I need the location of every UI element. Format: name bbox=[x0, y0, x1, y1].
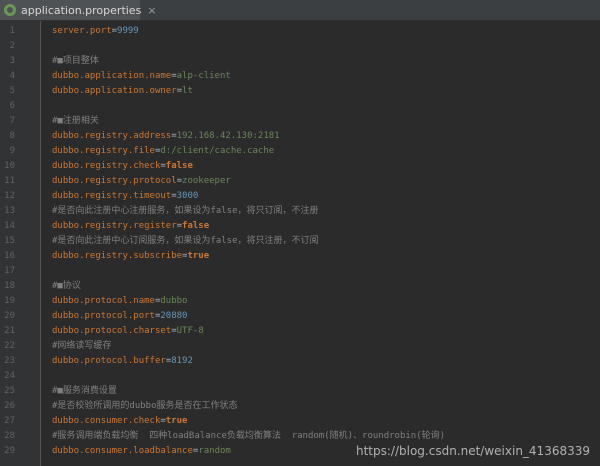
property-key: dubbo.protocol.buffer bbox=[52, 356, 166, 366]
line-number: 3 bbox=[9, 56, 15, 66]
property-key: dubbo.registry.file bbox=[52, 146, 155, 156]
property-key: dubbo.protocol.name bbox=[52, 296, 155, 306]
comment-line: #■注册相关 bbox=[52, 116, 99, 126]
property-value: 192.168.42.130:2181 bbox=[176, 131, 280, 141]
editor-tab-bar: application.properties × bbox=[0, 0, 600, 21]
property-line: dubbo.protocol.name=dubbo bbox=[52, 296, 188, 306]
line-number: 9 bbox=[9, 146, 15, 156]
line-number: 16 bbox=[4, 251, 15, 261]
line-number: 11 bbox=[4, 176, 15, 186]
line-number: 4 bbox=[9, 71, 15, 81]
property-key: dubbo.protocol.charset bbox=[52, 326, 172, 336]
line-number: 25 bbox=[4, 386, 15, 396]
line-number: 13 bbox=[4, 206, 15, 216]
property-value: 9999 bbox=[117, 26, 139, 36]
property-line: dubbo.registry.check=false bbox=[52, 161, 193, 171]
comment-line: #网络读写缓存 bbox=[52, 341, 112, 351]
property-line: dubbo.protocol.charset=UTF-8 bbox=[52, 326, 204, 336]
property-value: true bbox=[187, 251, 210, 261]
property-value: dubbo bbox=[160, 296, 188, 306]
line-number-gutter: 1 2 3 4 5 6 7 8 9 10 11 12 13 14 15 16 17 18 19 20 21 22 23 24 2… bbox=[0, 21, 41, 466]
code-area[interactable]: server.port=9999 #■项目整体 dubbo.application.… bbox=[41, 21, 600, 466]
property-value: 8192 bbox=[171, 356, 193, 366]
property-line: dubbo.protocol.buffer=8192 bbox=[52, 356, 193, 366]
property-line: dubbo.registry.subscribe=true bbox=[52, 251, 210, 261]
property-key: dubbo.application.owner bbox=[52, 86, 177, 96]
code-editor[interactable]: 1 2 3 4 5 6 7 8 9 10 11 12 13 14 15 16 17 18 19 20 21 22 23 24 2… bbox=[0, 21, 600, 466]
line-number: 22 bbox=[4, 341, 15, 351]
property-line: dubbo.registry.protocol=zookeeper bbox=[52, 176, 231, 186]
line-number: 27 bbox=[4, 416, 15, 426]
line-number: 23 bbox=[4, 356, 15, 366]
property-line: dubbo.consumer.check=true bbox=[52, 416, 188, 426]
comment-line: #是否向此注册中心订阅服务，如果设为false，将只注册，不订阅 bbox=[52, 236, 319, 246]
property-value: false bbox=[182, 221, 210, 231]
line-number: 19 bbox=[4, 296, 15, 306]
line-number: 15 bbox=[4, 236, 15, 246]
property-line: dubbo.application.name=alp-client bbox=[52, 71, 231, 81]
line-number: 12 bbox=[4, 191, 15, 201]
property-line: dubbo.registry.timeout=3000 bbox=[52, 191, 199, 201]
property-line: dubbo.registry.address=192.168.42.130:21… bbox=[52, 131, 280, 141]
property-value: 3000 bbox=[176, 191, 199, 201]
line-number: 2 bbox=[9, 41, 15, 51]
line-number: 6 bbox=[9, 101, 15, 111]
comment-line: #■服务消费设置 bbox=[52, 386, 117, 396]
property-value: true bbox=[165, 416, 188, 426]
property-key: dubbo.consumer.loadbalance bbox=[52, 446, 193, 456]
line-number: 26 bbox=[4, 401, 15, 411]
property-value: alp-client bbox=[176, 71, 231, 81]
property-line: dubbo.registry.register=false bbox=[52, 221, 210, 231]
tab-application-properties[interactable]: application.properties × bbox=[0, 0, 157, 20]
line-number: 18 bbox=[4, 281, 15, 291]
property-key: dubbo.registry.register bbox=[52, 221, 177, 231]
tab-label: application.properties bbox=[21, 3, 142, 17]
property-value: UTF-8 bbox=[176, 326, 204, 336]
line-number: 1 bbox=[9, 26, 15, 36]
property-value: false bbox=[165, 161, 193, 171]
comment-line: #是否校验所调用的dubbo服务是否在工作状态 bbox=[52, 401, 238, 411]
property-key: dubbo.registry.subscribe bbox=[52, 251, 183, 261]
property-value: d:/client/cache.cache bbox=[160, 146, 275, 156]
property-value: zookeeper bbox=[182, 176, 231, 186]
comment-line: #是否向此注册中心注册服务，如果设为false，将只订阅，不注册 bbox=[52, 206, 319, 216]
property-line: dubbo.application.owner=lt bbox=[52, 86, 193, 96]
property-line: dubbo.consumer.loadbalance=random bbox=[52, 446, 231, 456]
property-key: server.port bbox=[52, 26, 112, 36]
line-number: 21 bbox=[4, 326, 15, 336]
line-number: 5 bbox=[9, 86, 15, 96]
comment-line: #■协议 bbox=[52, 281, 81, 291]
watermark: https://blog.csdn.net/weixin_41368339 bbox=[355, 444, 590, 458]
property-key: dubbo.consumer.check bbox=[52, 416, 161, 426]
property-key: dubbo.application.name bbox=[52, 71, 172, 81]
line-number: 8 bbox=[9, 131, 15, 141]
line-number: 17 bbox=[4, 266, 15, 276]
line-number: 20 bbox=[4, 311, 15, 321]
property-line: dubbo.registry.file=d:/client/cache.cach… bbox=[52, 146, 275, 156]
property-key: dubbo.registry.check bbox=[52, 161, 161, 171]
line-number: 29 bbox=[4, 446, 15, 456]
properties-file-icon bbox=[4, 4, 16, 16]
property-value: 20880 bbox=[160, 311, 188, 321]
property-line: dubbo.protocol.port=20880 bbox=[52, 311, 188, 321]
property-key: dubbo.protocol.port bbox=[52, 311, 155, 321]
comment-line: #■项目整体 bbox=[52, 56, 99, 66]
property-key: dubbo.registry.protocol bbox=[52, 176, 177, 186]
property-line: server.port=9999 bbox=[52, 26, 139, 36]
line-number: 14 bbox=[4, 221, 15, 231]
line-number: 10 bbox=[4, 161, 15, 171]
comment-line: #服务调用端负载均衡 四种loadBalance负载均衡算法 random(随机… bbox=[52, 431, 446, 441]
property-key: dubbo.registry.address bbox=[52, 131, 172, 141]
close-icon[interactable]: × bbox=[147, 5, 156, 16]
line-number: 7 bbox=[9, 116, 15, 126]
line-number: 28 bbox=[4, 431, 15, 441]
property-value: random bbox=[198, 446, 231, 456]
property-value: lt bbox=[182, 86, 193, 96]
property-key: dubbo.registry.timeout bbox=[52, 191, 172, 201]
line-number: 24 bbox=[4, 371, 15, 381]
